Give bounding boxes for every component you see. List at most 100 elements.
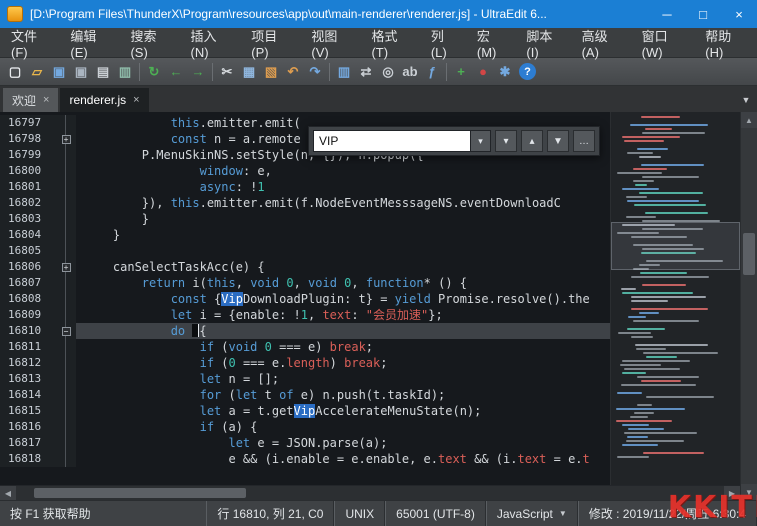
print-icon[interactable]: ▤ xyxy=(92,61,114,83)
fold-expand-icon[interactable]: + xyxy=(61,134,71,144)
code-text[interactable]: return i(this, void 0, void 0, function*… xyxy=(76,275,610,291)
fold-margin xyxy=(56,387,76,403)
code-text[interactable]: let n = []; xyxy=(76,371,610,387)
code-text[interactable]: window: e, xyxy=(76,163,610,179)
code-text[interactable] xyxy=(76,243,610,259)
copy-icon[interactable]: ▦ xyxy=(238,61,260,83)
code-token: t xyxy=(582,452,590,466)
status-encoding[interactable]: 65001 (UTF-8) xyxy=(385,501,486,526)
code-line: 16813 let n = []; xyxy=(0,371,610,387)
code-text[interactable]: async: !1 xyxy=(76,179,610,195)
scroll-up-icon[interactable]: ▲ xyxy=(741,112,757,128)
code-text[interactable]: e && (i.enable = e.enable, e.text && (i.… xyxy=(76,451,610,467)
code-text[interactable]: } xyxy=(76,227,610,243)
menu-project[interactable]: 项目(P) xyxy=(242,21,302,65)
menu-macro[interactable]: 宏(M) xyxy=(468,21,518,65)
minimap-line xyxy=(632,168,668,170)
status-line-ending[interactable]: UNIX xyxy=(334,501,386,526)
debug-icon[interactable]: ● xyxy=(472,61,494,83)
save-icon[interactable]: ▣ xyxy=(48,61,70,83)
scroll-left-icon[interactable]: ◀ xyxy=(0,486,16,500)
code-text[interactable]: if (0 === e.length) break; xyxy=(76,355,610,371)
find-input[interactable] xyxy=(313,130,471,152)
tab-welcome[interactable]: 欢迎 × xyxy=(3,88,59,112)
code-text[interactable]: }), this.emitter.emit(f.NodeEventMesssag… xyxy=(76,195,610,211)
vertical-scroll-thumb[interactable] xyxy=(743,233,755,275)
code-text[interactable]: let e = JSON.parse(a); xyxy=(76,435,610,451)
menu-column[interactable]: 列(L) xyxy=(422,21,468,65)
code-text[interactable]: if (a) { xyxy=(76,419,610,435)
help-icon[interactable]: ? xyxy=(519,63,536,80)
code-token: : ! xyxy=(235,180,258,194)
menu-file[interactable]: 文件(F) xyxy=(2,21,61,65)
find-next-button[interactable]: ▾ xyxy=(495,130,517,152)
line-number: 16812 xyxy=(0,355,56,371)
code-text[interactable]: let a = t.getVipAccelerateMenuState(n); xyxy=(76,403,610,419)
menu-format[interactable]: 格式(T) xyxy=(362,21,421,65)
code-text[interactable]: for (let t of e) n.push(t.taskId); xyxy=(76,387,610,403)
print-preview-icon[interactable]: ▥ xyxy=(114,61,136,83)
back-icon[interactable]: ← xyxy=(165,61,187,83)
menu-edit[interactable]: 编辑(E) xyxy=(61,21,121,65)
code-token: ; xyxy=(365,340,374,354)
horizontal-scroll-track[interactable] xyxy=(16,486,724,500)
minimap-line xyxy=(631,308,708,310)
code-text[interactable]: if (void 0 === e) break; xyxy=(76,339,610,355)
paste-icon[interactable]: ▧ xyxy=(260,61,282,83)
watermark: KKITI xyxy=(667,490,757,525)
cut-icon[interactable]: ✂ xyxy=(216,61,238,83)
code-text[interactable]: const {VipDownloadPlugin: t} = yield Pro… xyxy=(76,291,610,307)
open-folder-icon[interactable]: ▱ xyxy=(26,61,48,83)
tab-close-icon[interactable]: × xyxy=(43,94,49,106)
undo-icon[interactable]: ↶ xyxy=(282,61,304,83)
horizontal-scrollbar[interactable]: ◀ ▶ xyxy=(0,485,740,500)
code-token: 1 xyxy=(257,180,265,194)
menu-view[interactable]: 视图(V) xyxy=(302,21,362,65)
refresh-icon[interactable]: ↻ xyxy=(143,61,165,83)
find-prev-button[interactable]: ▴ xyxy=(521,130,543,152)
tab-renderer-js[interactable]: renderer.js × xyxy=(60,88,149,112)
code-token: : e, xyxy=(242,164,272,178)
menu-insert[interactable]: 插入(N) xyxy=(182,21,243,65)
fold-expand-icon[interactable]: + xyxy=(61,262,71,272)
code-text[interactable]: let i = {enable: !1, text: "会员加速"}; xyxy=(76,307,610,323)
code-text[interactable]: canSelectTaskAcc(e) { xyxy=(76,259,610,275)
find-filter-button[interactable]: ▼ xyxy=(547,130,569,152)
tab-list-dropdown[interactable]: ▼ xyxy=(735,88,757,112)
compare-icon[interactable]: ⇄ xyxy=(355,61,377,83)
find-icon[interactable]: ◎ xyxy=(377,61,399,83)
current-code-line-text[interactable]: do { xyxy=(76,323,610,339)
minimap-line xyxy=(625,196,647,198)
horizontal-scroll-thumb[interactable] xyxy=(34,488,247,498)
code-line: 16806 + canSelectTaskAcc(e) { xyxy=(0,259,610,275)
menu-window[interactable]: 窗口(W) xyxy=(633,21,697,65)
tab-label: 欢迎 xyxy=(12,93,37,108)
new-file-icon[interactable]: ▢ xyxy=(4,61,26,83)
function-list-icon[interactable]: ƒ xyxy=(421,61,443,83)
save-all-icon[interactable]: ▣ xyxy=(70,61,92,83)
find-history-dropdown-icon[interactable]: ▾ xyxy=(471,130,491,152)
fold-collapse-icon[interactable]: − xyxy=(61,326,71,336)
minimap-line xyxy=(630,416,649,418)
vertical-scroll-track[interactable] xyxy=(741,128,757,484)
code-line: 16803} xyxy=(0,211,610,227)
redo-icon[interactable]: ↷ xyxy=(304,61,326,83)
menu-help[interactable]: 帮助(H) xyxy=(696,21,757,65)
vertical-scrollbar[interactable]: ▲ ▼ xyxy=(740,112,757,500)
status-syntax[interactable]: JavaScript ▼ xyxy=(485,501,578,526)
plugin-icon[interactable]: + xyxy=(450,61,472,83)
menu-script[interactable]: 脚本(I) xyxy=(517,21,572,65)
minimap-viewport[interactable] xyxy=(611,222,740,270)
code-text[interactable]: } xyxy=(76,211,610,227)
replace-icon[interactable]: ab xyxy=(399,61,421,83)
find-more-button[interactable]: … xyxy=(573,130,595,152)
forward-icon[interactable]: → xyxy=(187,61,209,83)
menu-search[interactable]: 搜索(S) xyxy=(121,21,181,65)
menu-advanced[interactable]: 高级(A) xyxy=(573,21,633,65)
tab-close-icon[interactable]: × xyxy=(133,94,139,106)
code-area[interactable]: 16797 this.emitter.emit(16798 + const n = a… xyxy=(0,112,610,485)
settings-icon[interactable]: ✱ xyxy=(494,61,516,83)
fold-margin xyxy=(56,115,76,131)
status-position[interactable]: 行 16810, 列 21, C0 xyxy=(206,501,335,526)
column-mode-icon[interactable]: ▥ xyxy=(333,61,355,83)
